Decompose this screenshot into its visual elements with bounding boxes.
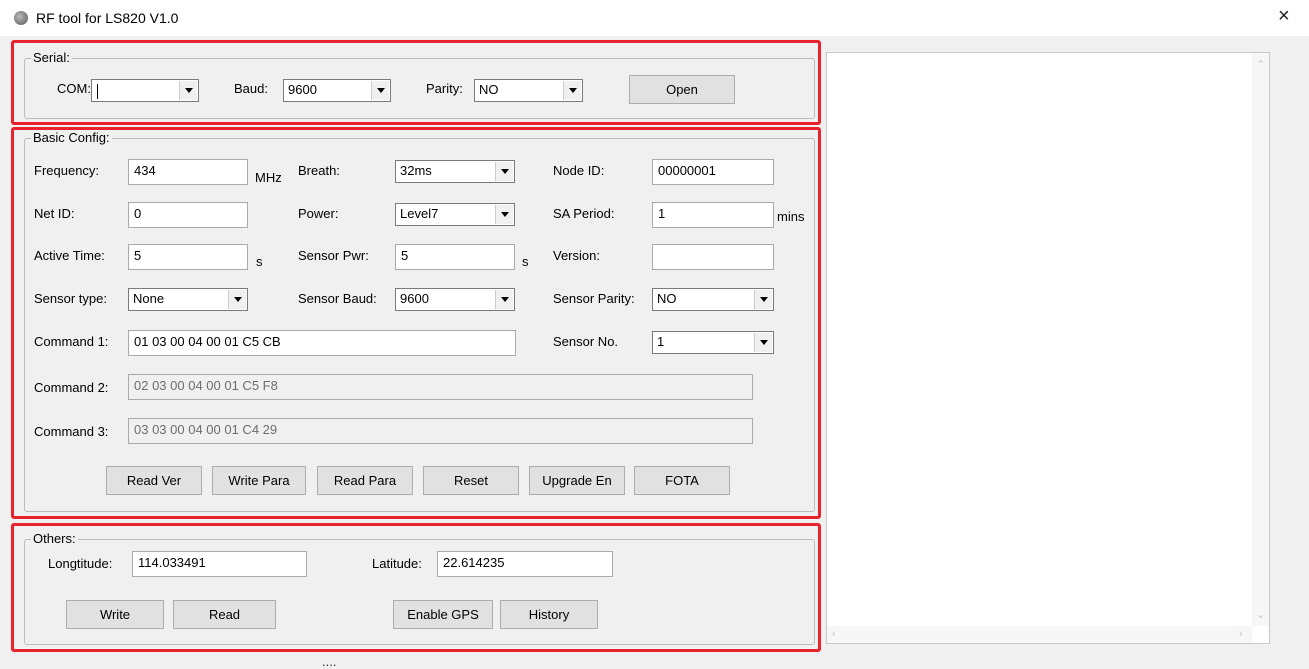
fota-button[interactable]: FOTA (634, 466, 730, 495)
dropdown-arrow-icon[interactable] (754, 290, 772, 309)
scroll-up-icon[interactable]: ⌃ (1256, 59, 1265, 71)
dropdown-arrow-icon[interactable] (495, 162, 513, 181)
dropdown-arrow-icon[interactable] (563, 81, 581, 100)
horizontal-scrollbar[interactable]: ‹ › (827, 626, 1252, 643)
command2-input: 02 03 00 04 00 01 C5 F8 (128, 374, 753, 400)
sa-period-unit: mins (777, 209, 805, 224)
app-icon (14, 11, 28, 25)
upgrade-en-button[interactable]: Upgrade En (529, 466, 625, 495)
com-select[interactable] (91, 79, 199, 102)
dropdown-arrow-icon[interactable] (754, 333, 772, 352)
sensor-baud-select[interactable]: 9600 (395, 288, 515, 311)
frequency-input[interactable]: 434 (128, 159, 248, 185)
breath-label: Breath: (298, 163, 340, 178)
node-id-input[interactable]: 00000001 (652, 159, 774, 185)
others-legend: Others: (31, 531, 78, 547)
sensor-pwr-input[interactable]: 5 (395, 244, 515, 270)
breath-select[interactable]: 32ms (395, 160, 515, 183)
status-grip: .... (322, 654, 337, 669)
dropdown-arrow-icon[interactable] (371, 81, 389, 100)
node-id-label: Node ID: (553, 163, 605, 178)
parity-select[interactable]: NO (474, 79, 583, 102)
basic-config-group: Basic Config: (24, 130, 815, 512)
basic-config-legend: Basic Config: (31, 130, 112, 146)
sensor-type-label: Sensor type: (34, 291, 107, 306)
sensor-no-select[interactable]: 1 (652, 331, 774, 354)
sa-period-input[interactable]: 1 (652, 202, 774, 228)
version-label: Version: (553, 248, 600, 263)
net-id-label: Net ID: (34, 206, 75, 221)
dropdown-arrow-icon[interactable] (495, 205, 513, 224)
vertical-scrollbar[interactable]: ⌃ ⌄ (1252, 53, 1269, 626)
enable-gps-button[interactable]: Enable GPS (393, 600, 493, 629)
title-bar: RF tool for LS820 V1.0 × (0, 0, 1309, 36)
log-textarea[interactable]: ⌃ ⌄ ‹ › (826, 52, 1270, 644)
read-button[interactable]: Read (173, 600, 276, 629)
read-ver-button[interactable]: Read Ver (106, 466, 202, 495)
power-label: Power: (298, 206, 339, 221)
frequency-unit: MHz (255, 170, 282, 185)
frequency-label: Frequency: (34, 163, 100, 178)
baud-label: Baud: (234, 81, 268, 96)
text-caret (97, 84, 98, 99)
open-button[interactable]: Open (629, 75, 735, 104)
active-time-input[interactable]: 5 (128, 244, 248, 270)
write-button[interactable]: Write (66, 600, 164, 629)
sensor-baud-label: Sensor Baud: (298, 291, 377, 306)
scroll-right-icon[interactable]: › (1239, 628, 1243, 640)
command1-input[interactable]: 01 03 00 04 00 01 C5 CB (128, 330, 516, 356)
net-id-input[interactable]: 0 (128, 202, 248, 228)
sensor-parity-select[interactable]: NO (652, 288, 774, 311)
version-input[interactable] (652, 244, 774, 270)
write-para-button[interactable]: Write Para (212, 466, 306, 495)
longitude-label: Longtitude: (48, 556, 113, 571)
scroll-left-icon[interactable]: ‹ (832, 628, 836, 640)
dropdown-arrow-icon[interactable] (495, 290, 513, 309)
sensor-no-label: Sensor No. (553, 334, 619, 349)
read-para-button[interactable]: Read Para (317, 466, 413, 495)
dropdown-arrow-icon[interactable] (228, 290, 246, 309)
dropdown-arrow-icon[interactable] (179, 81, 197, 100)
com-label: COM: (57, 81, 91, 96)
sa-period-label: SA Period: (553, 206, 615, 221)
scroll-down-icon[interactable]: ⌄ (1256, 609, 1265, 621)
window-title: RF tool for LS820 V1.0 (36, 10, 179, 26)
serial-legend: Serial: (31, 50, 72, 66)
sensor-pwr-unit: s (522, 254, 529, 269)
sensor-parity-label: Sensor Parity: (553, 291, 635, 306)
active-time-unit: s (256, 254, 263, 269)
latitude-input[interactable]: 22.614235 (437, 551, 613, 577)
parity-label: Parity: (426, 81, 463, 96)
command3-input: 03 03 00 04 00 01 C4 29 (128, 418, 753, 444)
longitude-input[interactable]: 114.033491 (132, 551, 307, 577)
baud-select[interactable]: 9600 (283, 79, 391, 102)
close-icon[interactable]: × (1278, 6, 1290, 26)
sensor-type-select[interactable]: None (128, 288, 248, 311)
active-time-label: Active Time: (34, 248, 105, 263)
reset-button[interactable]: Reset (423, 466, 519, 495)
command3-label: Command 3: (34, 424, 109, 439)
latitude-label: Latitude: (372, 556, 422, 571)
sensor-pwr-label: Sensor Pwr: (298, 248, 369, 263)
history-button[interactable]: History (500, 600, 598, 629)
power-select[interactable]: Level7 (395, 203, 515, 226)
command2-label: Command 2: (34, 380, 109, 395)
command1-label: Command 1: (34, 334, 109, 349)
